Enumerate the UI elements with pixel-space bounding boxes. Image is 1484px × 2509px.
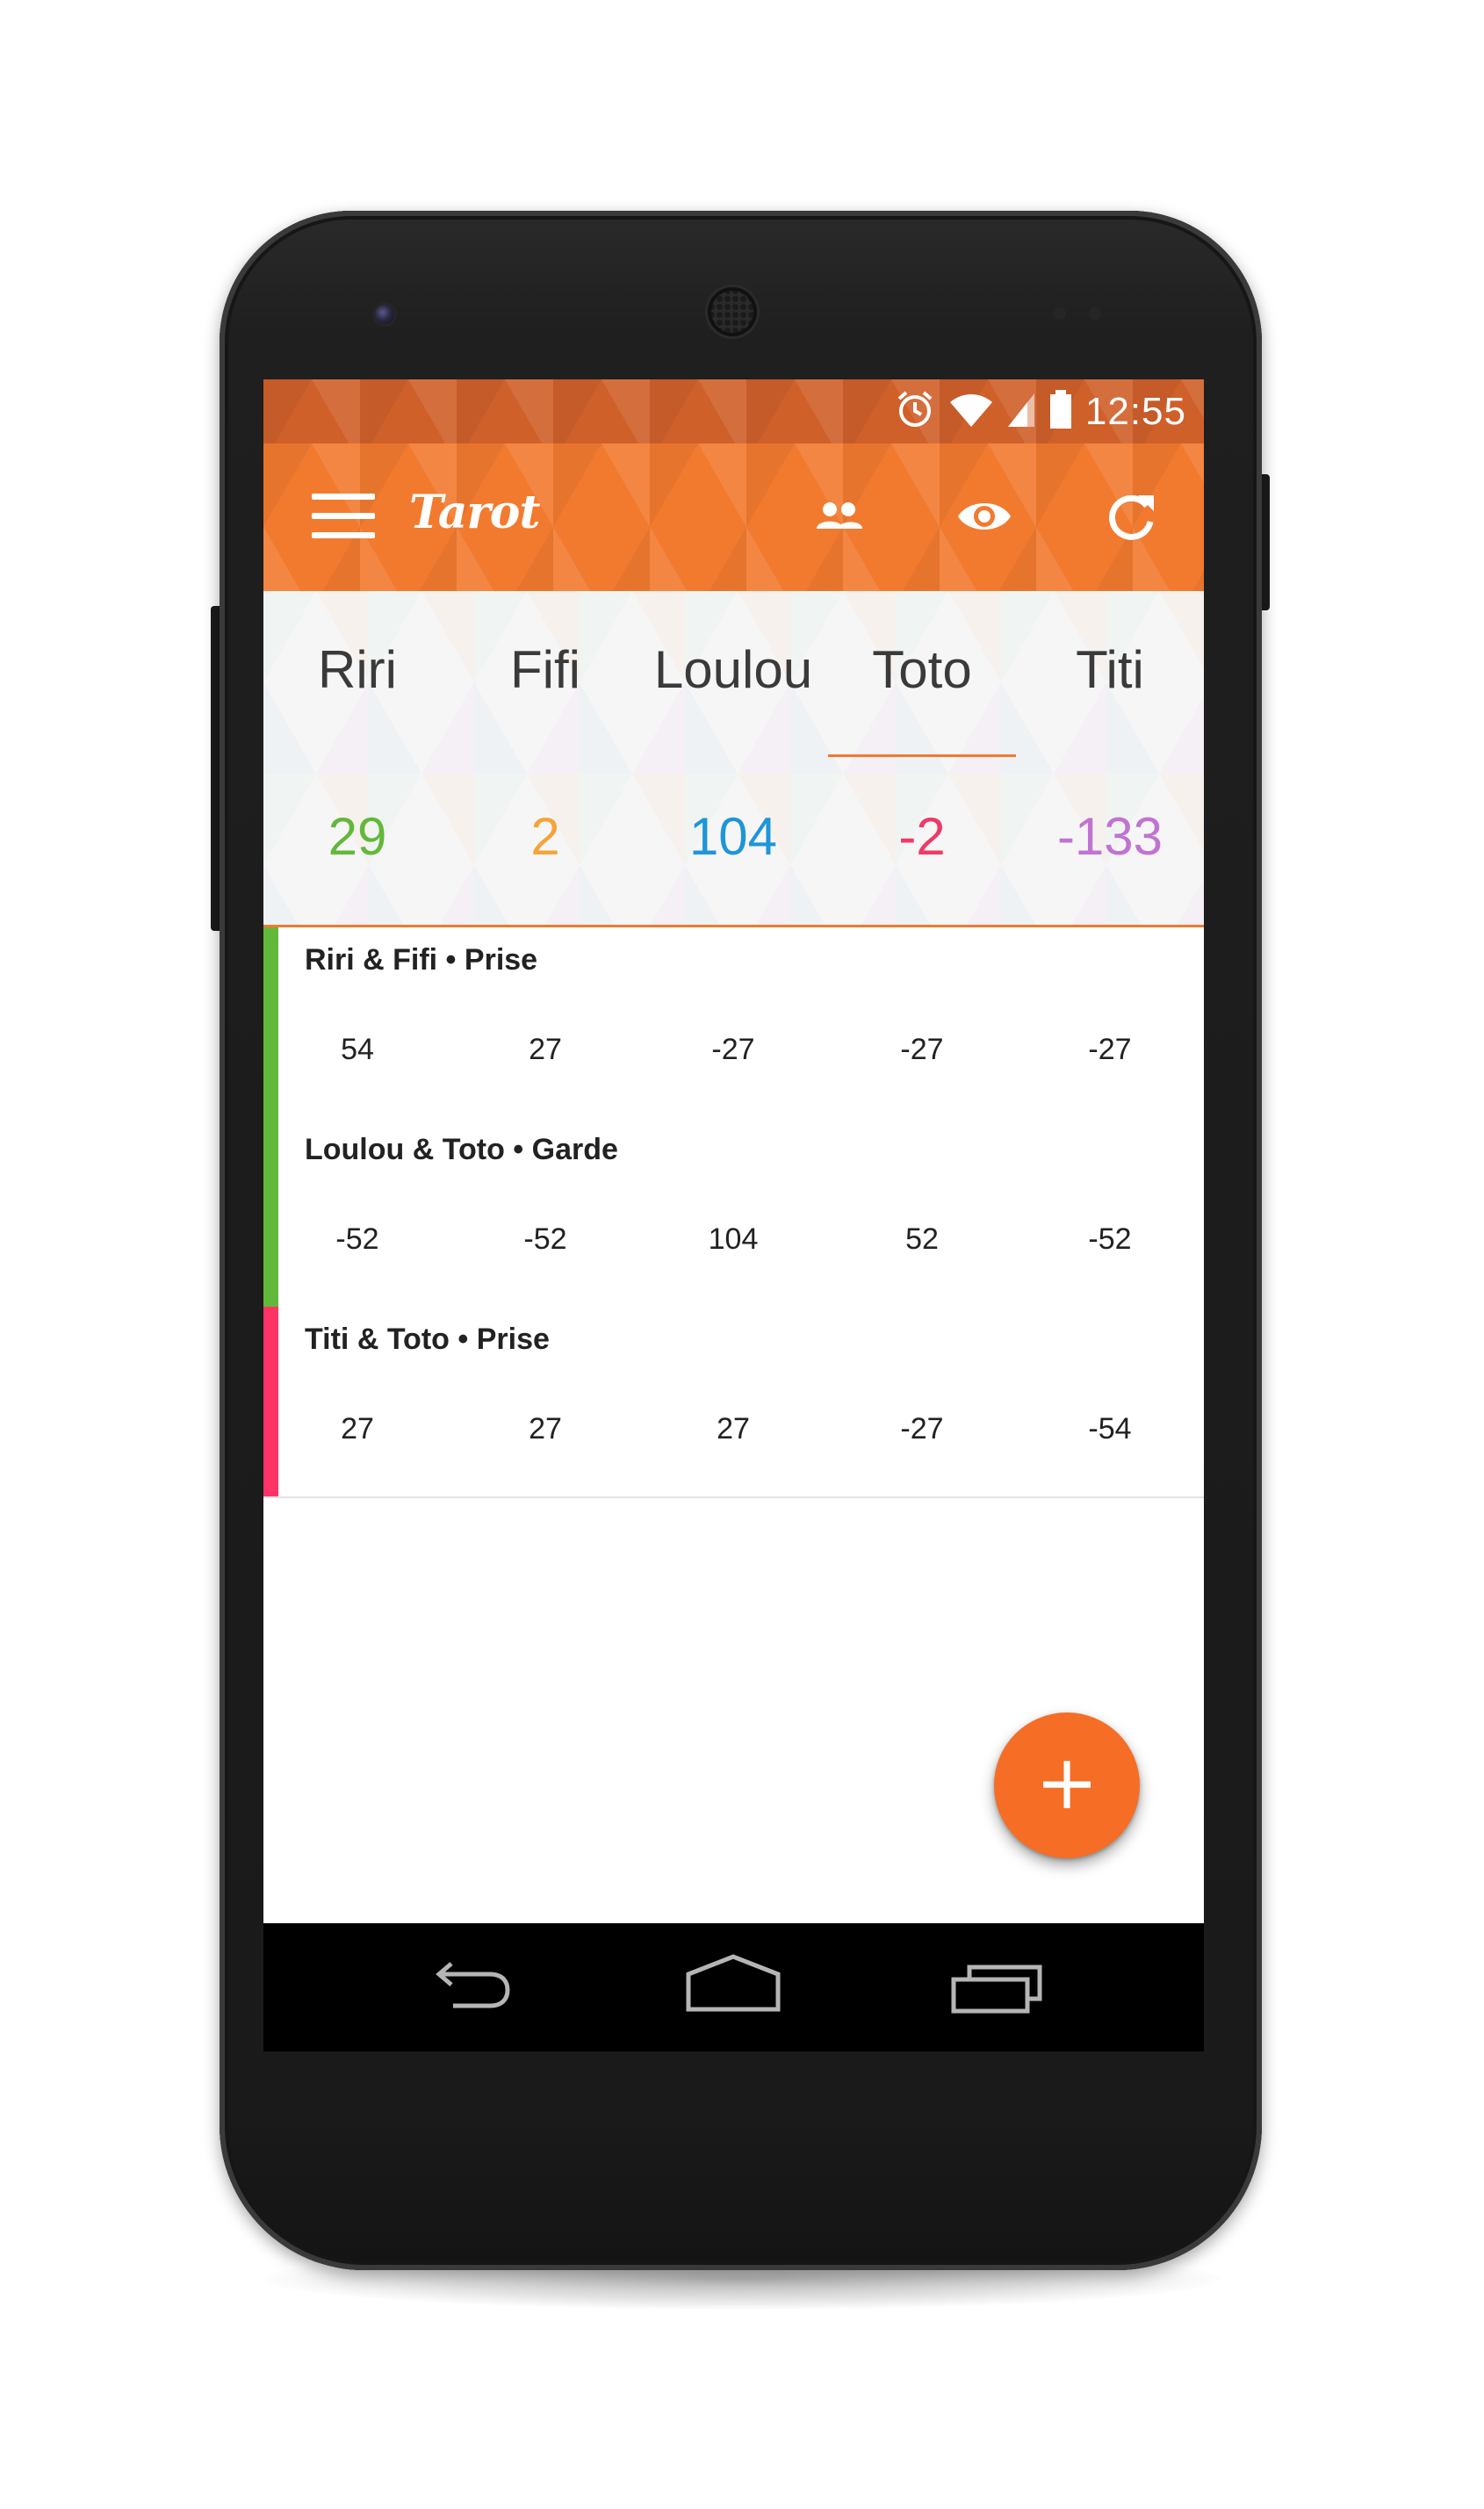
proximity-sensor xyxy=(1054,307,1066,320)
round-score: 27 xyxy=(341,1412,374,1446)
eye-icon[interactable] xyxy=(951,483,1018,550)
player-name-loulou[interactable]: Loulou xyxy=(639,639,827,700)
round-score: -27 xyxy=(900,1033,944,1066)
round-score: 27 xyxy=(529,1033,562,1066)
wifi-icon xyxy=(948,390,994,433)
selected-player-indicator xyxy=(828,754,1016,757)
recents-icon[interactable] xyxy=(948,1948,1045,2027)
status-time: 12:55 xyxy=(1084,389,1186,433)
round-row[interactable]: Riri & Fifi • Prise 54 27 -27 -27 -27 xyxy=(263,927,1204,1119)
round-score: -27 xyxy=(711,1033,755,1066)
round-score: 27 xyxy=(529,1412,562,1446)
round-title: Titi & Toto • Prise xyxy=(305,1323,550,1356)
player-score-loulou: 104 xyxy=(688,807,778,866)
light-sensor xyxy=(1089,307,1101,320)
round-score: -54 xyxy=(1088,1412,1132,1446)
player-name-fifi[interactable]: Fifi xyxy=(451,639,639,700)
player-score-riri: 29 xyxy=(328,807,387,866)
round-score: -27 xyxy=(900,1412,944,1446)
round-row[interactable]: Titi & Toto • Prise 27 27 27 -27 -54 xyxy=(263,1307,1204,1498)
round-score: 104 xyxy=(708,1222,759,1256)
player-score-titi: -133 xyxy=(1056,807,1163,866)
app-toolbar: Tarot xyxy=(263,443,1204,591)
signal-icon xyxy=(1006,390,1036,433)
app-screen: 12:55 Tarot Riri Fifi Loulou Toto Titi 2… xyxy=(263,379,1204,2051)
menu-icon[interactable] xyxy=(312,492,375,541)
round-title: Riri & Fifi • Prise xyxy=(305,943,538,977)
navigation-bar xyxy=(263,1923,1204,2051)
battery-icon xyxy=(1048,388,1073,435)
round-status-bar xyxy=(263,1307,278,1496)
refresh-icon[interactable] xyxy=(1098,483,1164,550)
player-name-titi[interactable]: Titi xyxy=(1016,639,1204,700)
round-score: -52 xyxy=(1088,1222,1132,1256)
round-status-bar xyxy=(263,1117,278,1307)
round-score: 27 xyxy=(717,1412,750,1446)
player-score-fifi: 2 xyxy=(530,807,560,866)
home-icon[interactable] xyxy=(685,1948,782,2027)
round-score: -27 xyxy=(1088,1033,1132,1066)
round-status-bar xyxy=(263,927,278,1117)
front-camera xyxy=(375,305,394,324)
round-score: 54 xyxy=(341,1033,374,1066)
player-name-toto[interactable]: Toto xyxy=(828,639,1016,700)
round-score: -52 xyxy=(523,1222,567,1256)
round-row[interactable]: Loulou & Toto • Garde -52 -52 104 52 -52 xyxy=(263,1117,1204,1309)
back-icon[interactable] xyxy=(421,1948,518,2027)
players-header: Riri Fifi Loulou Toto Titi 29 2 104 -2 -… xyxy=(263,591,1204,927)
alarm-icon xyxy=(894,388,936,435)
players-icon[interactable] xyxy=(806,483,873,550)
player-name-riri[interactable]: Riri xyxy=(263,639,451,700)
app-title: Tarot xyxy=(409,486,541,539)
earpiece-speaker xyxy=(708,287,757,336)
round-score: -52 xyxy=(335,1222,379,1256)
round-score: 52 xyxy=(905,1222,939,1256)
add-round-button[interactable]: + xyxy=(994,1712,1140,1858)
status-bar: 12:55 xyxy=(263,379,1204,443)
player-score-toto: -2 xyxy=(898,807,946,866)
round-title: Loulou & Toto • Garde xyxy=(305,1133,618,1166)
